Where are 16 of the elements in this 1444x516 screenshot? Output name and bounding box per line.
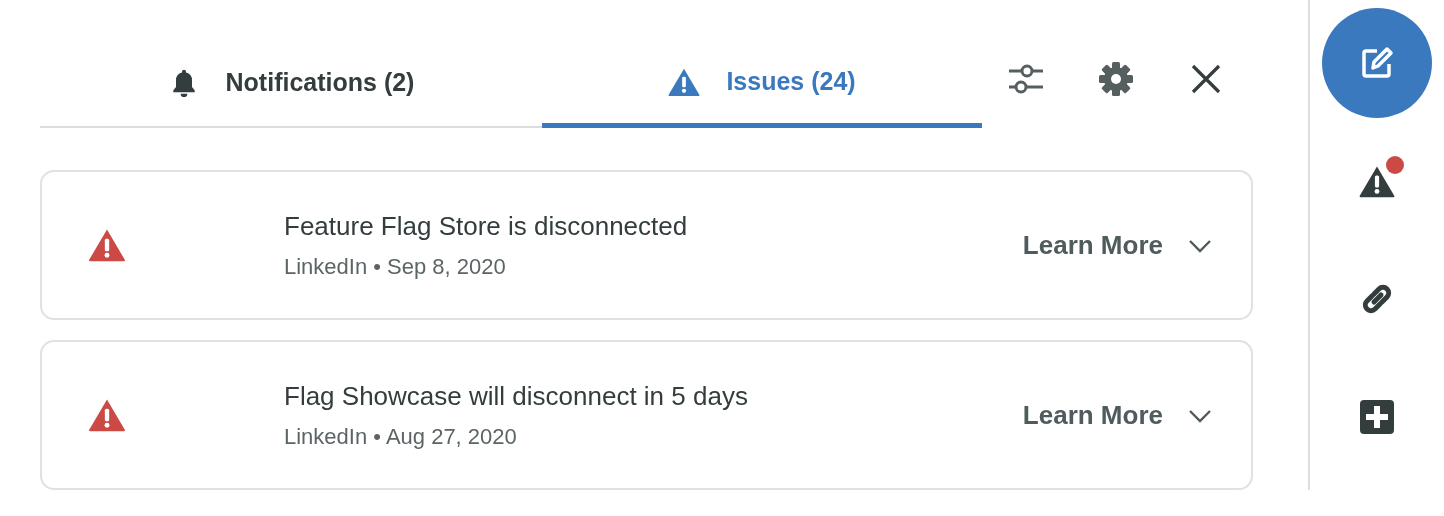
warning-icon [1359,164,1395,198]
tab[interactable]: Issues (24) [542,40,982,128]
issue-title: Feature Flag Store is disconnected [284,210,689,243]
tab[interactable]: Notifications (2) [40,40,542,128]
warning-icon [88,228,126,262]
learn-more-link[interactable]: Learn More [1022,225,1163,265]
issue-title: Flag Showcase will disconnect in 5 days [284,380,749,413]
issue-meta: LinkedIn • Aug 27, 2020 [284,423,518,451]
alert-dot [1386,156,1404,174]
add-icon [1359,399,1395,435]
edit-icon [1359,45,1395,81]
warning-icon [88,398,126,432]
learn-more-link[interactable]: Learn More [1022,395,1163,435]
issue-meta: LinkedIn • Sep 8, 2020 [284,253,507,281]
close-icon [1190,63,1222,95]
settings-icon [1098,61,1134,97]
